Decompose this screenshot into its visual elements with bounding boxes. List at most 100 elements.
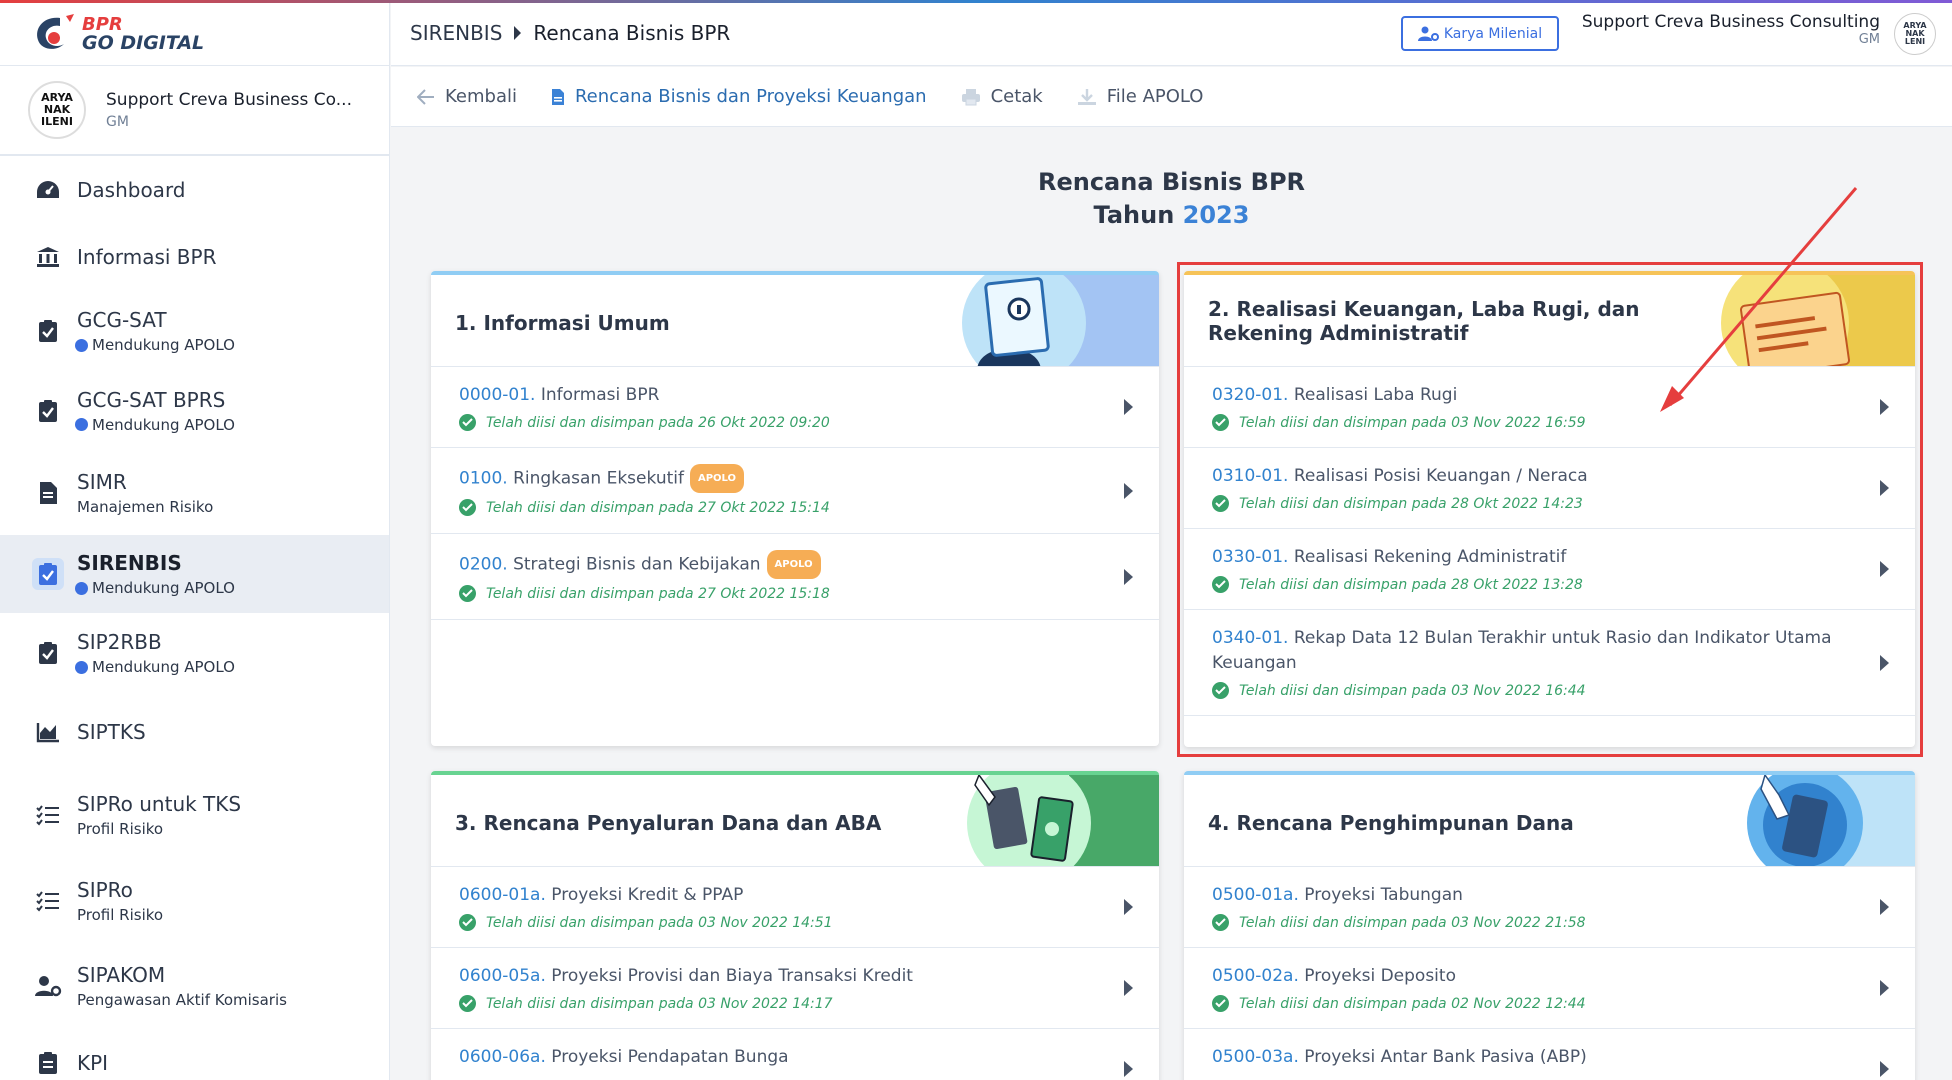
sidebar-item-sirenbis[interactable]: SIRENBIS Mendukung APOLO <box>0 535 389 613</box>
clipboard-check-icon <box>32 558 64 590</box>
sidebar-item-label: SIMR <box>77 469 127 494</box>
chevron-right-icon[interactable] <box>1880 480 1889 496</box>
print-button[interactable]: Cetak <box>961 86 1043 107</box>
user-cog-icon <box>1417 26 1439 41</box>
karya-milenial-button[interactable]: Karya Milenial <box>1401 16 1559 51</box>
card-header: 1. Informasi Umum <box>431 271 1159 367</box>
apolo-badge: APOLO <box>689 464 745 493</box>
chevron-right-icon[interactable] <box>1124 1061 1133 1077</box>
chevron-right-icon[interactable] <box>1880 980 1889 996</box>
user-cog-icon <box>32 970 64 1002</box>
chevron-right-icon[interactable] <box>1880 399 1889 415</box>
chevron-right-icon[interactable] <box>1880 899 1889 915</box>
chevron-right-icon[interactable] <box>1124 899 1133 915</box>
list-item[interactable]: 0330-01. Realisasi Rekening Administrati… <box>1184 529 1915 610</box>
back-button[interactable]: Kembali <box>417 86 517 107</box>
card-header: 4. Rencana Penghimpunan Dana <box>1184 771 1915 867</box>
sidebar-item-informasi-bpr[interactable]: Informasi BPR <box>0 223 389 291</box>
sidebar-item-label: SIPTKS <box>77 720 146 744</box>
sidebar-item-gcg-sat-bprs[interactable]: GCG-SAT BPRS Mendukung APOLO <box>0 371 389 450</box>
item-code: 0320-01. <box>1212 385 1289 405</box>
list-item[interactable]: 0600-06a. Proyeksi Pendapatan Bunga <box>431 1029 1159 1080</box>
clipboard-check-icon <box>32 315 64 347</box>
item-code: 0600-05a. <box>459 966 546 986</box>
list-item[interactable]: 0310-01. Realisasi Posisi Keuangan / Ner… <box>1184 448 1915 529</box>
sidebar-item-dashboard[interactable]: Dashboard <box>0 156 389 223</box>
list-item[interactable]: 0600-05a. Proyeksi Provisi dan Biaya Tra… <box>431 948 1159 1029</box>
list-item[interactable]: 0500-02a. Proyeksi Deposito Telah diisi … <box>1184 948 1915 1029</box>
sidebar-item-sipro-tks[interactable]: SIPRo untuk TKS Profil Risiko <box>0 771 389 858</box>
list-item[interactable]: 0500-03a. Proyeksi Antar Bank Pasiva (AB… <box>1184 1029 1915 1080</box>
sidebar-item-sip2rbb[interactable]: SIP2RBB Mendukung APOLO <box>0 613 389 693</box>
item-name: Realisasi Rekening Administratif <box>1288 547 1567 567</box>
clipboard-check-icon <box>32 637 64 669</box>
check-circle-icon <box>459 414 476 431</box>
chevron-right-icon[interactable] <box>1880 1061 1889 1077</box>
item-code: 0310-01. <box>1212 466 1289 486</box>
item-name: Proyeksi Pendapatan Bunga <box>545 1047 789 1067</box>
arrow-left-icon <box>417 88 434 105</box>
printer-icon <box>961 88 980 105</box>
list-item[interactable]: 0340-01. Rekap Data 12 Bulan Terakhir un… <box>1184 610 1915 716</box>
logo[interactable]: BPR GO DIGITAL <box>0 3 389 66</box>
sidebar-item-simr[interactable]: SIMR Manajemen Risiko <box>0 450 389 535</box>
check-circle-icon <box>459 995 476 1012</box>
sidebar-item-label: SIRENBIS <box>77 551 182 575</box>
status-dot <box>75 418 88 431</box>
document-icon <box>32 477 64 509</box>
item-code: 0330-01. <box>1212 547 1289 567</box>
sidebar-item-siptks[interactable]: SIPTKS <box>0 693 389 771</box>
dashboard-icon <box>32 174 64 206</box>
list-item[interactable]: 0200. Strategi Bisnis dan Kebijakan APOLO… <box>431 534 1159 620</box>
user-avatar[interactable]: ARYA NAK LENI <box>1894 13 1936 55</box>
check-circle-icon <box>459 914 476 931</box>
chevron-right-icon[interactable] <box>1124 568 1133 585</box>
breadcrumb-current: Rencana Bisnis BPR <box>533 21 731 45</box>
user-info[interactable]: Support Creva Business Consulting GM <box>1582 12 1880 47</box>
list-item[interactable]: 0000-01. Informasi BPR Telah diisi dan d… <box>431 367 1159 448</box>
item-code: 0340-01. <box>1212 628 1289 648</box>
rencana-bisnis-tab[interactable]: Rencana Bisnis dan Proyeksi Keuangan <box>551 86 927 107</box>
file-apolo-button[interactable]: File APOLO <box>1077 86 1203 107</box>
sidebar-item-label: GCG-SAT <box>77 308 167 332</box>
item-name: Rekap Data 12 Bulan Terakhir untuk Rasio… <box>1212 628 1832 673</box>
top-header: SIRENBIS Rencana Bisnis BPR Karya Mileni… <box>391 3 1952 66</box>
chevron-right-icon[interactable] <box>1124 399 1133 415</box>
item-status: Telah diisi dan disimpan pada 26 Okt 202… <box>486 414 830 431</box>
sidebar-item-label: SIPRo untuk TKS <box>77 791 242 816</box>
check-circle-icon <box>1212 995 1229 1012</box>
chevron-right-icon[interactable] <box>1124 980 1133 996</box>
item-status: Telah diisi dan disimpan pada 27 Okt 202… <box>486 499 830 516</box>
sidebar-item-sipro[interactable]: SIPRo Profil Risiko <box>0 858 389 943</box>
clipboard-check-icon <box>32 395 64 427</box>
chevron-right-icon[interactable] <box>1124 482 1133 499</box>
sidebar-item-kpi[interactable]: KPI <box>0 1028 389 1080</box>
item-name: Ringkasan Eksekutif <box>507 468 684 489</box>
sidebar-item-gcg-sat[interactable]: GCG-SAT Mendukung APOLO <box>0 291 389 371</box>
money-hand-illustration <box>967 775 1159 866</box>
list-item[interactable]: 0600-01a. Proyeksi Kredit & PPAP Telah d… <box>431 867 1159 948</box>
chevron-right-icon[interactable] <box>1880 561 1889 577</box>
item-name: Realisasi Posisi Keuangan / Neraca <box>1288 466 1588 486</box>
back-label: Kembali <box>445 86 517 107</box>
status-dot <box>75 338 88 352</box>
sidebar-item-sipakom[interactable]: SIPAKOM Pengawasan Aktif Komisaris <box>0 943 389 1028</box>
sidebar-item-label: SIPAKOM <box>77 962 166 987</box>
check-circle-icon <box>1212 576 1229 593</box>
item-code: 0600-01a. <box>459 885 546 905</box>
item-code: 0600-06a. <box>459 1047 546 1067</box>
list-item[interactable]: 0500-01a. Proyeksi Tabungan Telah diisi … <box>1184 867 1915 948</box>
year-prefix: Tahun <box>1093 201 1175 229</box>
print-label: Cetak <box>990 86 1043 107</box>
chevron-right-icon[interactable] <box>1880 654 1889 671</box>
list-item[interactable]: 0100. Ringkasan Eksekutif APOLO Telah dii… <box>431 448 1159 534</box>
sidebar-item-sublabel: Mendukung APOLO <box>92 336 235 354</box>
item-status: Telah diisi dan disimpan pada 03 Nov 202… <box>1239 414 1586 431</box>
item-status: Telah diisi dan disimpan pada 28 Okt 202… <box>1239 495 1583 512</box>
breadcrumb-root[interactable]: SIRENBIS <box>410 21 502 45</box>
sidebar-item-label: Dashboard <box>77 177 186 202</box>
sidebar-item-sublabel: Mendukung APOLO <box>92 415 235 434</box>
profile[interactable]: ARYA NAK ILENI Support Creva Business Co… <box>0 66 389 156</box>
user-role: GM <box>1858 32 1880 47</box>
user-name: Support Creva Business Consulting <box>1581 12 1880 32</box>
